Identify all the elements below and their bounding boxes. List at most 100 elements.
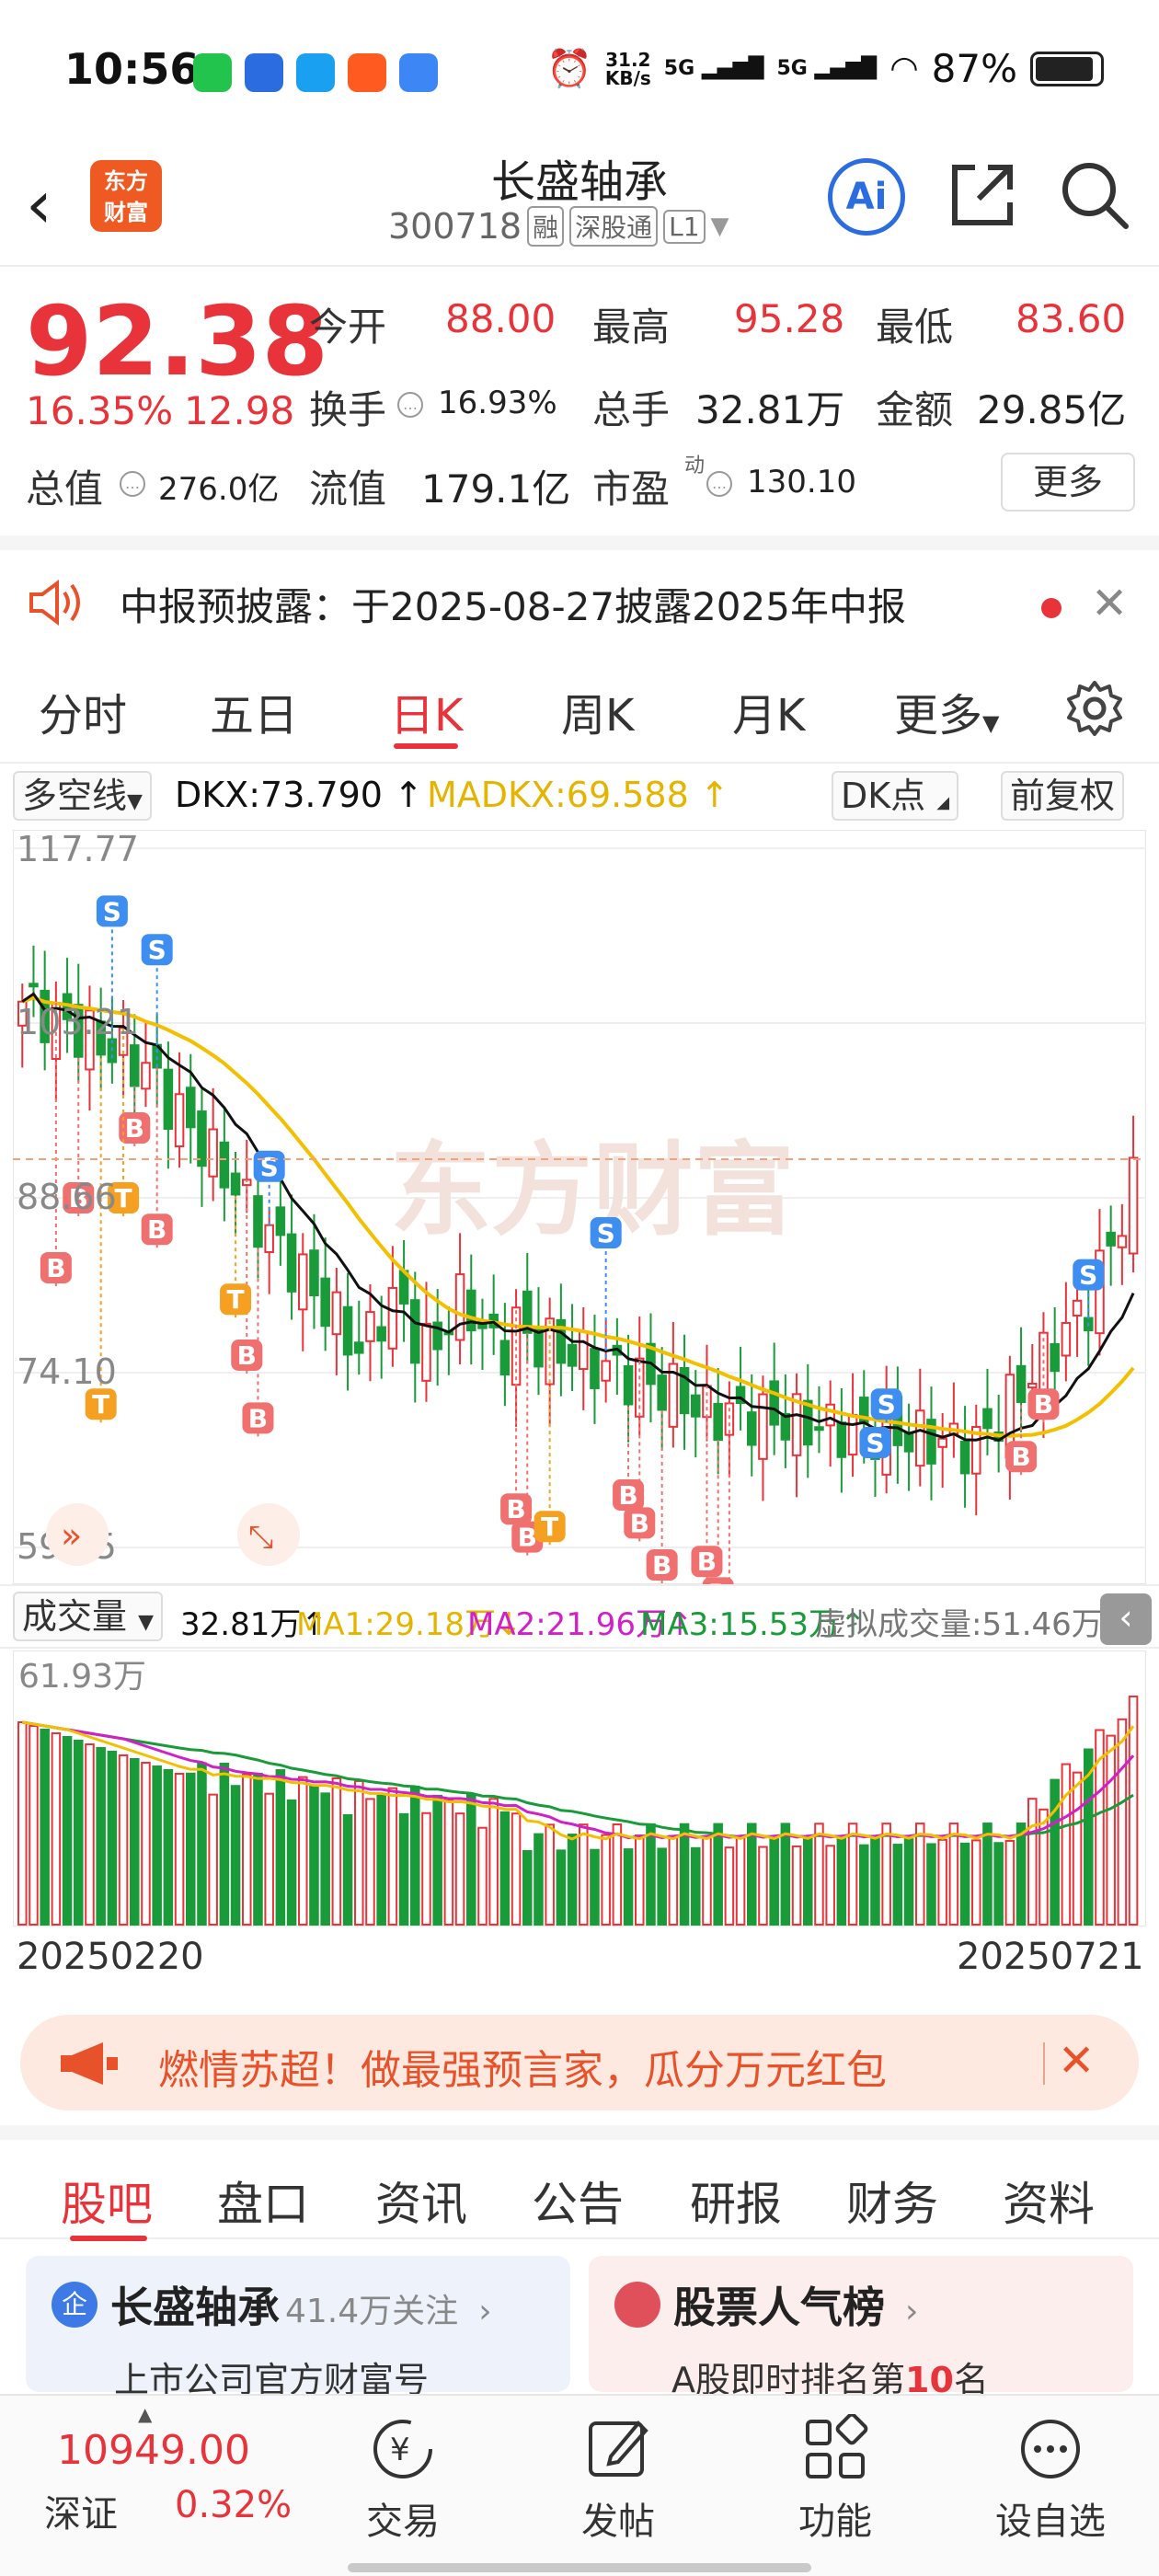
nav-post[interactable]: 发帖: [554, 2414, 683, 2545]
amount-label: 金额: [876, 387, 954, 432]
card-title: 长盛轴承 41.4万关注 ›: [110, 2283, 492, 2332]
info-icon[interactable]: …: [397, 392, 423, 418]
stock-header: ‹ 东方 财富 长盛轴承 300718 融 深股通 L1 ▼ Ai: [0, 138, 1159, 267]
close-icon[interactable]: ✕: [1091, 578, 1128, 629]
expand-left-icon[interactable]: »: [46, 1503, 109, 1566]
candle: [769, 1380, 779, 1426]
tab-announcements[interactable]: 公告: [532, 2168, 624, 2234]
notice-bar[interactable]: 中报预披露：于2025-08-27披露2025年中报 ✕: [0, 535, 1159, 651]
tab-orderbook[interactable]: 盘口: [217, 2168, 309, 2234]
volume-chart: 61.93万: [13, 1650, 1146, 1926]
info-icon[interactable]: …: [706, 471, 732, 497]
candle: [915, 1409, 925, 1467]
candle: [141, 1062, 151, 1090]
volume-bar: [724, 1846, 735, 1926]
candle: [264, 1224, 274, 1253]
volume-bar: [387, 1787, 398, 1926]
indicator-selector[interactable]: 多空线▼: [13, 771, 152, 821]
promo-divider: [1043, 2042, 1045, 2085]
svg-text:S: S: [148, 935, 166, 965]
signal-1: 5G ▂▄▆█: [663, 57, 764, 80]
volume-bar: [511, 1812, 522, 1926]
gear-icon[interactable]: [1065, 679, 1124, 738]
dropdown-icon: ▼: [982, 710, 1000, 736]
tab-research[interactable]: 研报: [690, 2168, 782, 2234]
float-value: 179.1亿: [421, 466, 571, 512]
volume-bar: [141, 1762, 151, 1926]
speaker-icon: [29, 580, 80, 626]
candle: [691, 1394, 701, 1418]
volume-bar: [1117, 1718, 1128, 1926]
edit-icon: [589, 2421, 648, 2477]
tab-more[interactable]: 更多▼: [894, 679, 999, 743]
svg-text:B: B: [652, 1550, 671, 1581]
volume-bar: [567, 1834, 578, 1926]
nav-functions[interactable]: 功能: [771, 2414, 900, 2545]
volume-bar: [937, 1838, 947, 1926]
stock-code-row[interactable]: 300718 融 深股通 L1 ▼: [388, 206, 729, 247]
official-account-card[interactable]: 企 长盛轴承 41.4万关注 › 上市公司官方财富号: [26, 2256, 570, 2400]
tab-five-day[interactable]: 五日: [210, 679, 298, 743]
indicator-bar: 多空线▼ DKX:73.790 ↑ MADKX:69.588 ↑ DK点 ◢ 前…: [0, 765, 1159, 828]
info-icon[interactable]: …: [120, 471, 145, 497]
svg-text:S: S: [1079, 1260, 1097, 1291]
volume-bar: [870, 1837, 880, 1926]
tab-finance[interactable]: 财务: [846, 2168, 938, 2234]
promo-banner[interactable]: 燃情苏超！做最强预言家，瓜分万元红包 ✕: [20, 2015, 1139, 2110]
volume-bar: [859, 1844, 869, 1926]
adjust-selector[interactable]: 前复权: [1001, 771, 1125, 821]
collapse-icon[interactable]: ‹: [1100, 1593, 1152, 1645]
candle: [466, 1289, 476, 1332]
close-icon[interactable]: ✕: [1058, 2035, 1095, 2087]
kline-chart[interactable]: 东方财富 SSSSSSSBBBBBBBBBBBBBBBBTTTT 117.771…: [13, 830, 1146, 1584]
tab-monthly-k[interactable]: 月K: [732, 679, 805, 743]
volume-bar: [635, 1834, 645, 1926]
mktcap-value: 276.0亿: [158, 471, 280, 508]
tab-minute[interactable]: 分时: [39, 679, 127, 743]
stock-code: 300718: [388, 206, 522, 247]
home-indicator[interactable]: [348, 2563, 811, 2572]
candle: [331, 1291, 342, 1336]
nav-trade[interactable]: ¥ 交易: [339, 2414, 467, 2545]
grid-icon: [806, 2414, 868, 2478]
signal-2: 5G ▂▄▆█: [776, 57, 878, 80]
ai-icon[interactable]: Ai: [828, 158, 905, 236]
share-icon[interactable]: [947, 160, 1017, 230]
volume-bar: [96, 1747, 106, 1926]
sell-signal-marker[interactable]: S: [870, 1388, 902, 1423]
volume-bar: [679, 1823, 690, 1926]
dropdown-icon: ▼: [710, 213, 729, 240]
fullscreen-icon[interactable]: ⤡: [237, 1503, 300, 1566]
tab-news[interactable]: 资讯: [375, 2168, 467, 2234]
candle: [421, 1322, 431, 1382]
volume-selector[interactable]: 成交量 ▼: [13, 1592, 164, 1641]
tab-weekly-k[interactable]: 周K: [561, 679, 634, 743]
sell-signal-marker[interactable]: S: [859, 1427, 891, 1461]
volume-bar: [466, 1793, 476, 1926]
candle: [410, 1299, 420, 1364]
dk-point-selector[interactable]: DK点 ◢: [832, 771, 959, 821]
volume-bar: [1106, 1734, 1116, 1926]
candle: [219, 1141, 230, 1189]
more-dots-icon: [1021, 2420, 1080, 2478]
tab-daily-k[interactable]: 日K: [390, 679, 463, 743]
search-icon[interactable]: [1058, 158, 1131, 232]
volume-bar: [74, 1740, 84, 1926]
turnover-label: 换手: [309, 387, 387, 432]
nav-add-watchlist[interactable]: 设自选: [986, 2414, 1115, 2545]
price-axis-label: 74.10: [17, 1351, 117, 1392]
trade-icon: ¥: [373, 2420, 432, 2478]
tab-guba[interactable]: 股吧: [61, 2168, 153, 2234]
volume-bar: [331, 1777, 342, 1926]
alarm-icon: ⏰: [546, 48, 592, 90]
volume-max-label: 61.93万: [18, 1658, 146, 1696]
popularity-card[interactable]: 股票人气榜 › A股即时排名第10名: [589, 2256, 1133, 2400]
volume-bar: [230, 1785, 241, 1926]
tab-profile[interactable]: 资料: [1003, 2168, 1095, 2234]
more-button[interactable]: 更多: [1001, 453, 1135, 512]
notice-text: 中报预披露：于2025-08-27披露2025年中报: [120, 584, 906, 629]
candle: [1128, 1156, 1139, 1255]
wifi-icon: ◠: [889, 50, 919, 87]
float-label: 流值: [309, 466, 387, 512]
svg-text:B: B: [697, 1547, 717, 1577]
